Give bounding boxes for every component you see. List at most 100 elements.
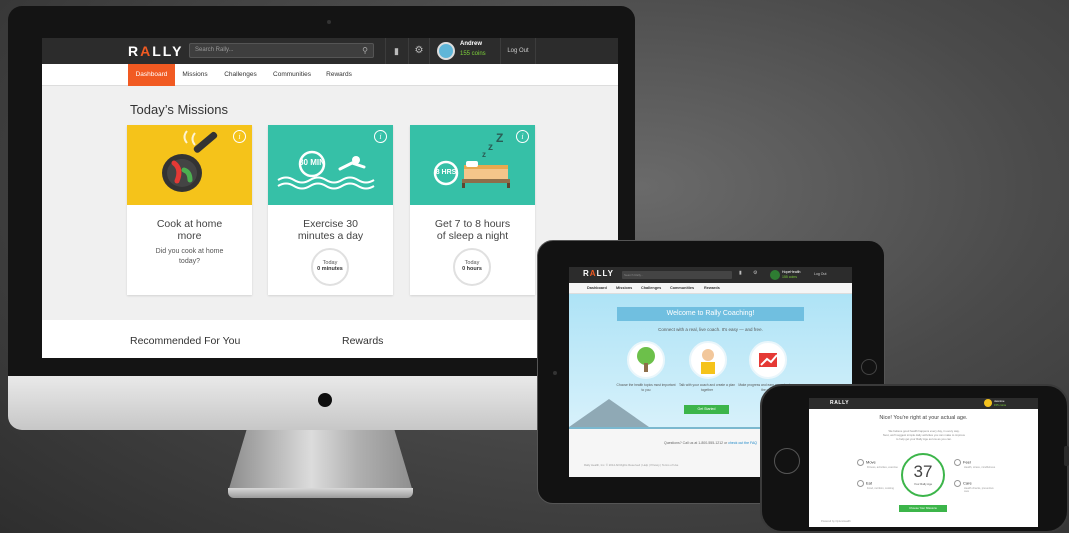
mission-art: i [127, 125, 252, 205]
care-icon [954, 480, 961, 487]
tab-missions[interactable]: Missions [616, 286, 632, 290]
search-input[interactable]: Search Rally... ⚲ [189, 43, 374, 58]
svg-text:Z: Z [496, 131, 503, 145]
timer-badge: 8 HRS [436, 169, 457, 176]
chat-icon[interactable]: ▮ [385, 38, 407, 64]
info-icon[interactable]: i [233, 130, 246, 143]
topics-icon [627, 341, 665, 379]
mission-title: Exercise 30 minutes a day [297, 218, 364, 242]
user-name[interactable]: HopeHealth [782, 270, 800, 274]
tab-dashboard[interactable]: Dashboard [128, 64, 175, 86]
mission-card-cook[interactable]: i Cook at home more Did you cook at home… [127, 125, 252, 295]
main-nav: Dashboard Missions Challenges Communitie… [569, 283, 852, 294]
category-desc: Health checks, preventive care [964, 487, 994, 494]
svg-text:z: z [482, 150, 486, 159]
search-icon[interactable]: ⚲ [362, 44, 368, 57]
camera [553, 371, 557, 375]
faq-link[interactable]: check out the FAQ [728, 441, 757, 445]
search-placeholder: Search Rally... [195, 47, 234, 53]
feel-icon [954, 459, 961, 466]
questions-text: Questions? Call us at 1-800-555-1212 or [663, 441, 728, 445]
tab-missions[interactable]: Missions [175, 64, 215, 86]
avatar[interactable] [984, 399, 992, 407]
coin-balance: 155 coins [782, 275, 797, 279]
welcome-banner: Welcome to Rally Coaching! [617, 307, 804, 321]
info-icon[interactable]: i [374, 130, 387, 143]
body-line: to help get your Rally Age as low as you… [896, 437, 952, 441]
info-icon[interactable]: i [516, 130, 529, 143]
tab-rewards[interactable]: Rewards [318, 64, 360, 86]
chat-icon[interactable]: ▮ [739, 270, 742, 276]
desktop-screen: RALLY Search Rally... ⚲ ▮ ⚙ Andrew 155 c… [42, 38, 618, 358]
rally-age-value: 37 [913, 462, 933, 481]
search-input[interactable]: Search Rally... [622, 271, 732, 279]
camera [327, 20, 331, 24]
home-button[interactable] [774, 448, 800, 474]
svg-text:z: z [488, 142, 493, 153]
mission-art: 30 MIN i [268, 125, 393, 205]
tab-communities[interactable]: Communities [266, 64, 318, 86]
eat-icon [857, 480, 864, 487]
coin-balance: 155 coins [994, 403, 1006, 407]
logout-button[interactable]: Log Out [814, 272, 826, 276]
top-bar: RALLY Search Rally... ▮ ⚙ HopeHealth 155… [569, 267, 852, 283]
gear-icon[interactable]: ⚙ [408, 38, 430, 64]
progress-icon [749, 341, 787, 379]
category-care[interactable]: Care [954, 480, 972, 487]
move-icon [857, 459, 864, 466]
rally-logo[interactable]: RALLY [583, 269, 614, 278]
progress-ring[interactable]: Today 0 hours [453, 248, 491, 286]
category-desc: Food, nutrition, cooking [867, 487, 894, 490]
legal-footer: Rally Health, Inc. © 2014 All Rights Res… [584, 463, 679, 467]
category-desc: Health, stress, mindfulness [964, 466, 996, 469]
coaching-subtitle: Connect with a real, live coach. It's ea… [658, 327, 763, 332]
step-caption: Talk with your coach and create a plan t… [678, 383, 736, 392]
apple-logo [318, 393, 332, 407]
tab-rewards[interactable]: Rewards [704, 286, 720, 290]
step-caption: Choose the health topics most important … [616, 383, 676, 392]
age-headline: Nice! You're right at your actual age. [879, 415, 968, 421]
home-button[interactable] [861, 359, 877, 375]
mission-title: Cook at home more [156, 218, 223, 242]
mission-title: Get 7 to 8 hours of sleep a night [434, 218, 511, 242]
monitor-stand [228, 430, 413, 492]
timer-badge: 30 MIN [299, 158, 325, 167]
bottom-section [42, 320, 618, 358]
tab-challenges[interactable]: Challenges [215, 64, 266, 86]
category-feel[interactable]: Feel [954, 459, 971, 466]
rally-age-label: Your Rally Age [913, 482, 933, 486]
progress-value: 0 hours [462, 266, 482, 272]
avatar[interactable] [770, 270, 780, 280]
mission-art: 8 HRS z z Z i [410, 125, 535, 205]
user-name[interactable]: Andrew [460, 41, 482, 47]
main-nav: Dashboard Missions Challenges Communitie… [42, 64, 618, 86]
mission-card-sleep[interactable]: 8 HRS z z Z i Get 7 to 8 hours of sleep … [410, 125, 535, 295]
logout-button[interactable]: Log Out [500, 38, 536, 64]
gear-icon[interactable]: ⚙ [753, 270, 757, 276]
top-bar: RALLY Jasmine 155 coins [809, 398, 1038, 409]
tab-communities[interactable]: Communities [670, 286, 694, 290]
category-move[interactable]: Move [857, 459, 876, 466]
category-desc: Fitness, activities, exercise [867, 466, 898, 469]
get-started-button[interactable]: Get Started [684, 405, 729, 414]
page-title: Today’s Missions [130, 102, 229, 117]
category-eat[interactable]: Eat [857, 480, 872, 487]
tab-dashboard[interactable]: Dashboard [587, 286, 607, 290]
phone-device: RALLY Jasmine 155 coins Nice! You're rig… [760, 384, 1069, 533]
rally-logo[interactable]: RALLY [128, 43, 183, 59]
side-button[interactable] [1064, 446, 1069, 466]
tab-challenges[interactable]: Challenges [641, 286, 661, 290]
mission-question[interactable]: Did you cook at home today? [127, 247, 252, 267]
rewards-heading: Rewards [342, 335, 384, 347]
coach-icon [689, 341, 727, 379]
mission-card-exercise[interactable]: 30 MIN i Exercise 30 minutes a day Today… [268, 125, 393, 295]
progress-ring[interactable]: Today 0 minutes [311, 248, 349, 286]
coin-balance: 155 coins [460, 51, 486, 57]
phone-screen: RALLY Jasmine 155 coins Nice! You're rig… [809, 398, 1038, 527]
mountain-illustration [569, 399, 649, 427]
rally-logo[interactable]: RALLY [830, 400, 849, 406]
top-bar: RALLY Search Rally... ⚲ ▮ ⚙ Andrew 155 c… [42, 38, 618, 64]
avatar[interactable] [437, 42, 455, 60]
recommended-heading: Recommended For You [130, 335, 241, 347]
choose-missions-button[interactable]: Choose Your Missions [899, 505, 947, 512]
